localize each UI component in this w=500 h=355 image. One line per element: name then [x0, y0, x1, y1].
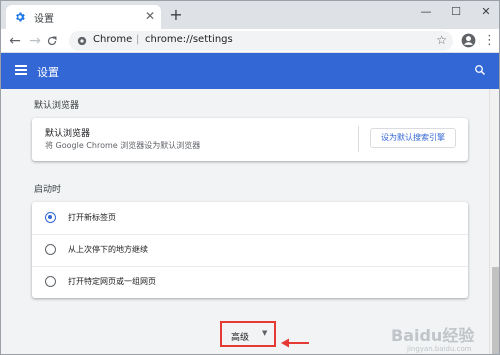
url-origin: Chrome	[93, 34, 133, 45]
startup-option-continue[interactable]: 从上次停下的地方继续	[32, 234, 468, 266]
card-divider	[358, 126, 359, 152]
advanced-button[interactable]: 高级 ▼	[220, 321, 276, 347]
startup-section-title: 启动时	[34, 185, 62, 195]
new-tab-button[interactable]: +	[167, 6, 185, 24]
svg-text:Baidu经验: Baidu经验	[391, 326, 475, 345]
radio-button[interactable]	[45, 244, 56, 255]
startup-option-label: 打开新标签页	[68, 213, 116, 222]
minimize-button[interactable]: —	[411, 1, 441, 23]
forward-button[interactable]: →	[26, 32, 44, 50]
gear-icon	[16, 12, 25, 22]
set-default-button[interactable]: 设为默认搜索引擎	[370, 128, 456, 148]
settings-header: 设置	[1, 53, 499, 89]
search-icon[interactable]	[474, 64, 486, 76]
advanced-label: 高级	[231, 333, 250, 343]
default-browser-card: 默认浏览器 将 Google Chrome 浏览器设为默认浏览器 设为默认搜索引…	[32, 118, 468, 161]
window-close-button[interactable]: ✕	[471, 1, 499, 23]
startup-card: 打开新标签页 从上次停下的地方继续 打开特定网页或一组网页	[32, 202, 468, 298]
startup-option-new-tab[interactable]: 打开新标签页	[32, 202, 468, 234]
profile-avatar-icon[interactable]	[461, 33, 476, 48]
startup-option-specific-pages[interactable]: 打开特定网页或一组网页	[32, 266, 468, 298]
default-browser-section-title: 默认浏览器	[34, 101, 80, 111]
scrollbar[interactable]	[489, 89, 499, 354]
page-title: 设置	[37, 66, 59, 79]
chrome-page-icon	[77, 36, 87, 46]
maximize-button[interactable]: ☐	[441, 1, 471, 23]
tab-strip: 设置 ✕ + — ☐ ✕	[1, 1, 499, 29]
annotation-arrow-icon	[281, 338, 309, 348]
browser-toolbar: ← → Chrome | chrome://settings ☆ ⋮	[1, 29, 499, 53]
address-bar[interactable]: Chrome | chrome://settings ☆	[69, 31, 453, 51]
url-separator: |	[136, 34, 140, 45]
browser-window: 设置 ✕ + — ☐ ✕ ← → Chrome | chrome://setti…	[0, 0, 500, 355]
default-browser-label: 默认浏览器	[45, 129, 91, 139]
default-browser-description: 将 Google Chrome 浏览器设为默认浏览器	[45, 141, 201, 150]
tab-close-icon[interactable]: ✕	[145, 8, 155, 24]
url-text: chrome://settings	[145, 34, 233, 45]
more-menu-icon[interactable]: ⋮	[483, 32, 496, 50]
tab-settings[interactable]: 设置 ✕	[6, 5, 161, 29]
startup-option-label: 从上次停下的地方继续	[68, 245, 148, 254]
tab-title: 设置	[34, 14, 54, 25]
startup-option-label: 打开特定网页或一组网页	[68, 277, 156, 286]
reload-icon[interactable]	[46, 35, 58, 47]
back-button[interactable]: ←	[6, 32, 24, 50]
hamburger-icon[interactable]	[15, 65, 27, 75]
radio-button-selected[interactable]	[45, 212, 56, 223]
settings-content: 默认浏览器 默认浏览器 将 Google Chrome 浏览器设为默认浏览器 设…	[1, 89, 489, 354]
baidu-jingyan-watermark-logo: Baidu经验 jingyan.baidu.com	[391, 326, 475, 353]
chevron-down-icon: ▼	[262, 329, 268, 337]
radio-button[interactable]	[45, 276, 56, 287]
bookmark-star-icon[interactable]: ☆	[436, 33, 447, 47]
svg-text:jingyan.baidu.com: jingyan.baidu.com	[406, 345, 472, 353]
